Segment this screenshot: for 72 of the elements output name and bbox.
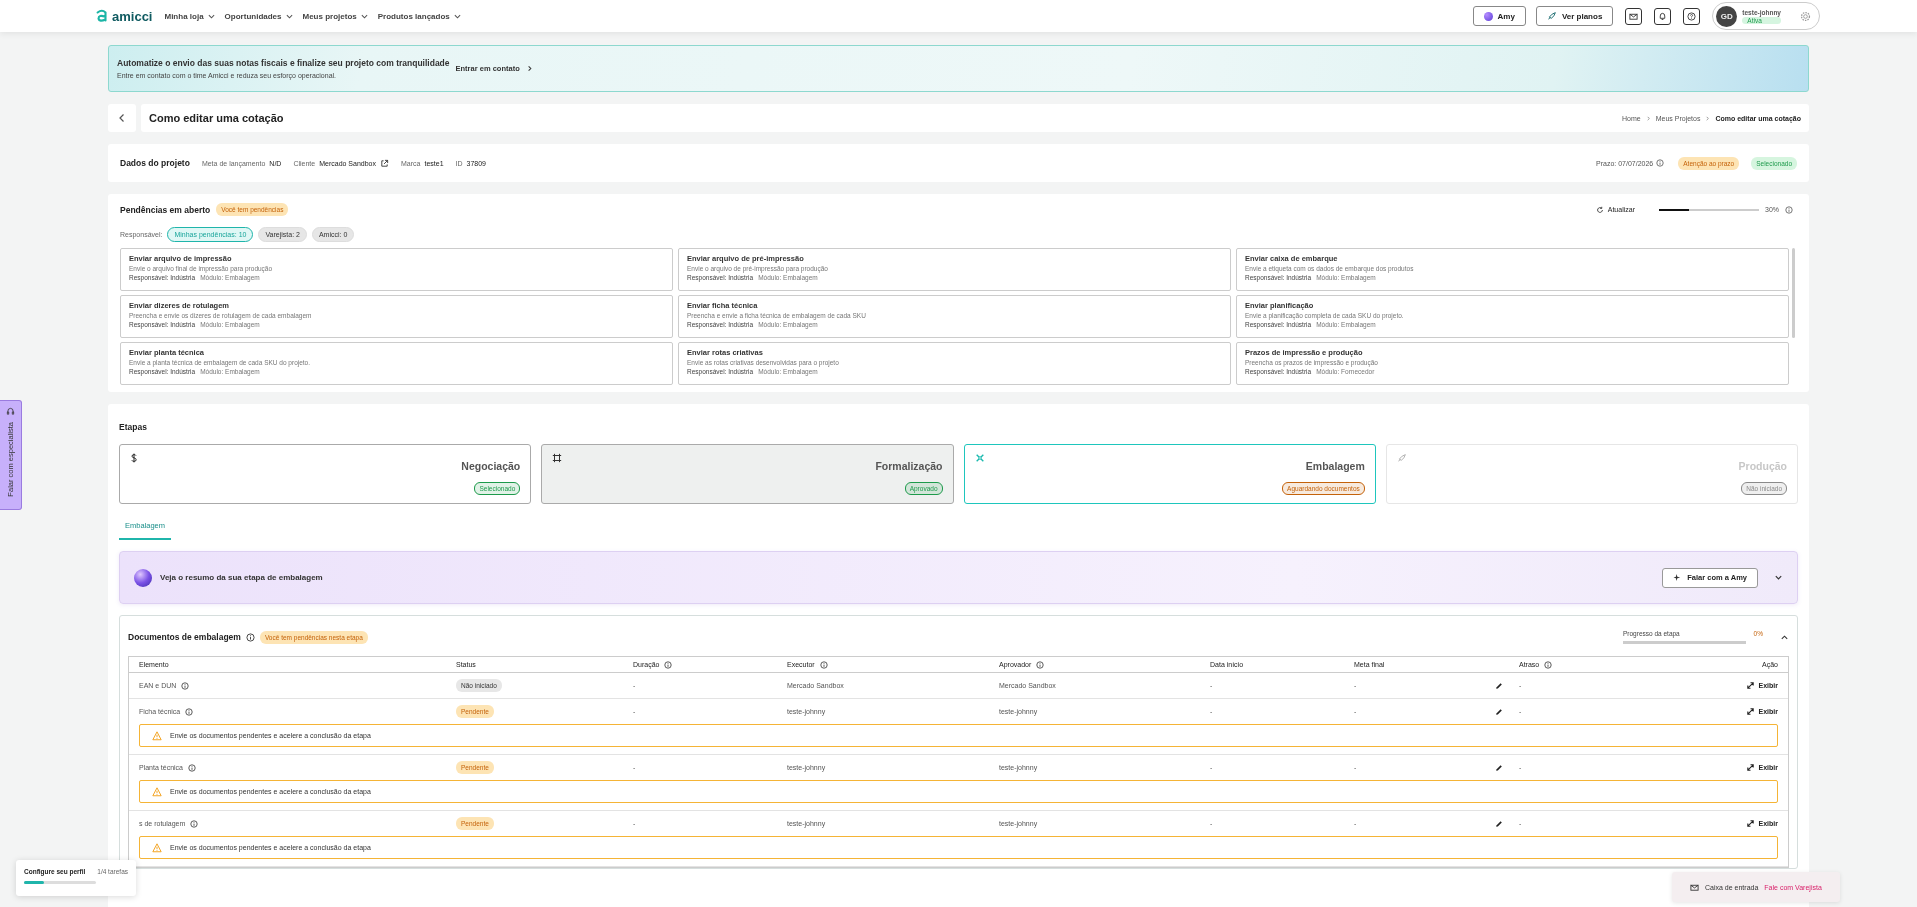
nav-menu[interactable]: Meus projetos <box>302 11 368 21</box>
breadcrumb-chevron-icon <box>1705 115 1711 121</box>
info-icon <box>245 632 255 642</box>
info-icon <box>1785 205 1793 214</box>
brand-name[interactable]: amicci <box>112 8 153 24</box>
refresh-icon <box>1595 205 1604 214</box>
scrollbar[interactable] <box>1792 248 1795 338</box>
nav-menu[interactable]: Minha loja <box>164 11 215 21</box>
info-icon <box>190 819 199 828</box>
stage-name: Embalagem <box>1305 460 1365 472</box>
nav-menu[interactable]: Oportunidades <box>224 11 293 21</box>
warning-icon <box>152 786 162 797</box>
warning-icon <box>152 730 162 741</box>
headset-icon <box>6 407 15 416</box>
pencil-icon[interactable] <box>1495 763 1503 772</box>
help-button[interactable] <box>1683 7 1701 25</box>
info-icon <box>664 660 673 669</box>
stage-name: Produção <box>1738 460 1787 472</box>
page-title: Como editar uma cotação <box>149 112 285 124</box>
rocket-icon <box>1546 11 1557 21</box>
bell-icon <box>1658 11 1668 21</box>
section-title: Dados do projeto <box>120 158 190 168</box>
amy-orb-icon <box>134 568 152 587</box>
pencil-icon[interactable] <box>1495 681 1503 690</box>
section-title: Etapas <box>119 422 148 432</box>
info-icon <box>819 660 828 669</box>
avatar: GD <box>1716 5 1738 27</box>
expand-icon <box>1745 707 1755 716</box>
section-title: Documentos de embalagem <box>128 632 241 642</box>
chevron-right-icon <box>525 65 533 72</box>
stage-name: Formalização <box>875 460 943 472</box>
info-icon <box>1544 660 1553 669</box>
pencil-icon[interactable] <box>1495 707 1503 716</box>
nav-menu[interactable]: Produtos lançados <box>377 11 461 21</box>
cross-icon <box>974 453 985 463</box>
info-icon <box>188 763 196 772</box>
chevron-up-icon[interactable] <box>1780 632 1789 642</box>
section-title: Pendências em aberto <box>120 204 211 215</box>
stage-name: Negociação <box>461 460 521 472</box>
chevron-down-icon[interactable] <box>1774 573 1783 582</box>
banner-title: Automatize o envio das suas notas fiscais e finalize seu projeto com tranquilidade <box>117 58 450 68</box>
notifications-button[interactable] <box>1654 7 1672 25</box>
chevron-left-icon <box>117 113 127 123</box>
breadcrumb-chevron-icon <box>1645 115 1651 121</box>
expand-icon <box>1745 763 1755 772</box>
external-link-icon[interactable] <box>380 158 389 168</box>
warning-icon <box>152 842 162 853</box>
sparkle-icon <box>1673 573 1683 582</box>
frame-icon <box>552 453 563 463</box>
info-icon <box>1036 660 1045 669</box>
amy-orb-icon <box>1483 11 1493 21</box>
mail-button[interactable] <box>1625 7 1643 25</box>
dollar-icon <box>130 453 138 463</box>
logo-icon <box>95 9 109 23</box>
expand-icon <box>1745 819 1755 828</box>
mail-icon <box>1629 11 1639 21</box>
rocket-icon <box>1396 453 1407 463</box>
settings-icon[interactable] <box>1800 10 1811 22</box>
expand-icon <box>1745 681 1755 690</box>
chevron-down-icon <box>207 12 215 20</box>
pencil-icon[interactable] <box>1495 819 1503 828</box>
help-icon <box>1687 11 1697 21</box>
amy-summary-text: Veja o resumo da sua etapa de embalagem <box>160 573 323 582</box>
info-icon <box>181 681 190 690</box>
chevron-down-icon <box>360 12 368 20</box>
amy-button[interactable]: Amy <box>1472 6 1526 26</box>
info-icon <box>185 707 194 716</box>
plans-button[interactable]: Ver planos <box>1535 6 1614 26</box>
mail-icon <box>1690 882 1699 892</box>
chevron-down-icon <box>453 12 461 20</box>
chevron-down-icon <box>285 12 293 20</box>
info-icon <box>1656 159 1665 167</box>
